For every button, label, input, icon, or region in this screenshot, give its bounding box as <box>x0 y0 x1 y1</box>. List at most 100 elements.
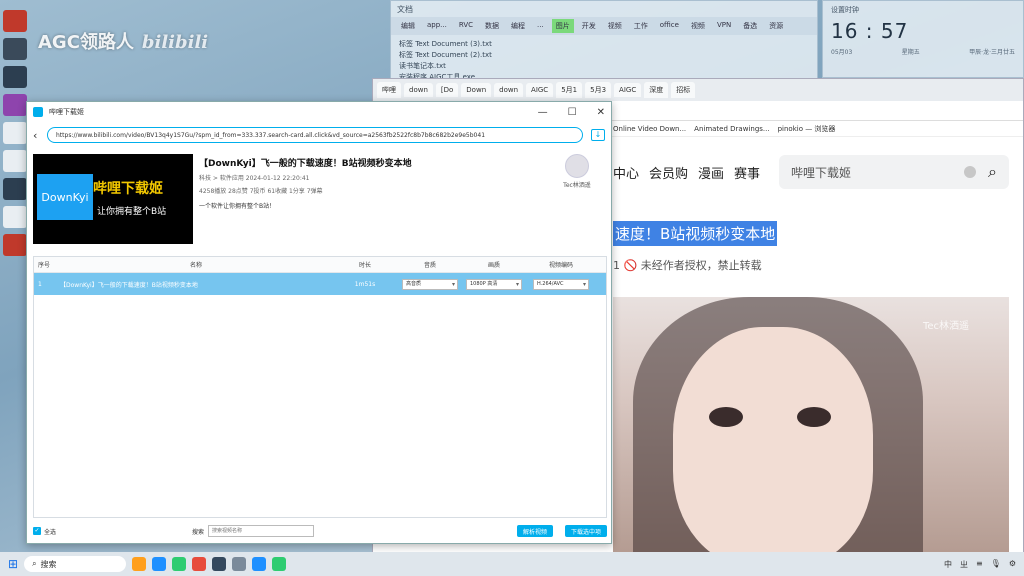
bookmark-item[interactable]: Online Video Down... <box>613 125 686 133</box>
tray-icon[interactable]: 🎙 <box>991 559 1001 570</box>
site-search-text[interactable]: 哔哩下载姬 <box>791 164 851 181</box>
video-title: 【DownKyi】飞一般的下载速度！B站视频秒变本地 <box>199 159 412 169</box>
uploader[interactable]: Tec林洒遥 <box>557 154 597 189</box>
url-input[interactable] <box>47 127 583 143</box>
taskbar-app-icon[interactable] <box>232 557 247 571</box>
notes-tab[interactable]: 视频 <box>604 19 626 33</box>
quality-select[interactable]: 1080P 高清 <box>466 278 522 290</box>
taskbar-app-icon[interactable] <box>172 557 187 571</box>
header-audio: 音质 <box>423 262 436 269</box>
row-duration: 1m51s <box>354 280 376 288</box>
site-search[interactable]: 哔哩下载姬 ⌕ <box>779 155 1009 189</box>
notes-tab[interactable]: office <box>656 19 683 33</box>
notes-file-item[interactable]: 读书笔记本.txt <box>399 61 809 72</box>
browser-tab[interactable]: 哔哩 <box>377 82 401 98</box>
notes-tab[interactable]: 视频 <box>687 19 709 33</box>
clear-icon[interactable] <box>964 166 977 178</box>
bookmark-item[interactable]: pinokio — 浏览器 <box>778 124 836 134</box>
download-button[interactable]: 下载选中项 <box>564 525 607 537</box>
avatar[interactable] <box>565 154 589 178</box>
site-nav-item[interactable]: 中心 <box>613 163 639 182</box>
video-frame-eye <box>709 407 743 427</box>
taskbar-search-label: 搜索 <box>40 559 57 569</box>
browser-tab[interactable]: down <box>404 83 433 97</box>
notes-title: 文档 <box>397 5 413 14</box>
browser-tab[interactable]: 招标 <box>671 82 696 98</box>
uploader-name: Tec林洒遥 <box>563 182 591 189</box>
back-icon[interactable]: ‹ <box>33 129 47 142</box>
minimize-icon[interactable]: — <box>538 107 548 118</box>
clock-time: 16 : 57 <box>831 19 909 43</box>
notes-tab[interactable]: 图片 <box>551 19 574 33</box>
notes-file-item[interactable]: 标签 Text Document (3).txt <box>399 39 809 50</box>
header-index: 序号 <box>38 262 51 269</box>
cover-name: 哔哩下载姬 <box>93 181 163 197</box>
parse-button[interactable]: 解析视频 <box>516 525 553 537</box>
browser-tab[interactable]: down <box>494 83 524 97</box>
video-player[interactable]: Tec林洒遥 <box>613 297 1009 559</box>
notes-tab[interactable]: 资源 <box>765 19 787 33</box>
search-icon[interactable]: ⌕ <box>988 162 997 182</box>
winrar-icon[interactable] <box>3 10 27 32</box>
downkyi-window: 哔哩下载姬 — ☐ ✕ ‹ ↓ DownKyi 哔哩下载姬 让你拥有整个B站 【… <box>26 101 612 544</box>
audio-select[interactable]: 高音质 <box>402 278 458 290</box>
taskbar-app-icon[interactable] <box>252 557 267 571</box>
codec-select[interactable]: H.264/AVC <box>533 278 589 290</box>
header-quality: 画质 <box>487 262 500 269</box>
browser-tab[interactable]: 5月3 <box>585 82 612 98</box>
notes-window: 文档 编辑 app... RVC 数据 编程... 图片 开发 视频 工作 office 视频 VPN… <box>390 0 818 81</box>
notes-tab[interactable]: 编程 <box>507 19 529 33</box>
app-icon[interactable] <box>3 178 27 200</box>
notes-file-item[interactable]: 标签 Text Document (2).txt <box>399 50 809 61</box>
app-icon[interactable] <box>3 66 27 88</box>
taskbar-app-icon[interactable] <box>272 557 287 571</box>
bookmark-item[interactable]: Animated Drawings... <box>694 125 769 133</box>
tray-icon[interactable]: ㄓ <box>960 559 968 570</box>
winrar-icon[interactable] <box>3 234 27 256</box>
notes-tabs: 编辑 app... RVC 数据 编程... 图片 开发 视频 工作 office 视频 VPN 备选资… <box>391 17 817 35</box>
windows-start-icon[interactable]: ⊞ <box>8 557 18 571</box>
notes-tab[interactable]: ... <box>533 19 548 33</box>
document-icon[interactable] <box>3 122 27 144</box>
tray-icon[interactable]: 中 <box>944 559 952 570</box>
select-all-checkbox[interactable]: ✓ <box>33 527 41 535</box>
search-icon: ⌕ <box>32 559 37 568</box>
taskbar-app-icon[interactable] <box>212 557 227 571</box>
notes-tab[interactable]: 数据 <box>481 19 503 33</box>
site-nav-item[interactable]: 赛事 <box>734 163 760 182</box>
browser-tab[interactable]: Down <box>461 83 492 97</box>
shortcut-icon[interactable] <box>3 38 27 60</box>
notes-tab[interactable]: VPN <box>713 19 735 33</box>
notes-tab[interactable]: RVC <box>455 19 477 33</box>
taskbar-search[interactable]: ⌕ 搜索 <box>24 556 127 572</box>
notes-tab[interactable]: 编辑 <box>397 19 419 33</box>
taskbar-app-icon[interactable] <box>132 557 147 571</box>
table-row[interactable]: 1 【DownKyi】飞一般的下载速度！B站视频秒变本地 1m51s 高音质 1… <box>34 273 606 295</box>
tray-icon[interactable]: ⚙ <box>1009 559 1016 570</box>
browser-tab[interactable]: 深度 <box>644 82 669 98</box>
row-index: 1 <box>38 280 42 288</box>
notes-tab[interactable]: 工作 <box>630 19 652 33</box>
photo-icon[interactable] <box>3 94 27 116</box>
browser-tab[interactable]: AIGC <box>526 83 554 97</box>
notes-tab[interactable]: 开发 <box>578 19 600 33</box>
video-stats: 4258播放 28点赞 7投币 61收藏 1分享 7弹幕 <box>199 188 323 195</box>
browser-tab[interactable]: AIGC <box>614 83 642 97</box>
header-duration: 时长 <box>358 262 371 269</box>
document-icon[interactable] <box>3 150 27 172</box>
site-nav-item[interactable]: 漫画 <box>698 163 724 182</box>
document-icon[interactable] <box>3 206 27 228</box>
tray-icon[interactable]: ≡ <box>976 559 983 570</box>
site-nav-item[interactable]: 会员购 <box>649 163 688 182</box>
browser-tab[interactable]: [Do <box>435 83 459 97</box>
notes-tab[interactable]: 备选 <box>739 19 761 33</box>
taskbar: ⊞ ⌕ 搜索 中ㄓ ≡ 🎙 ⚙ <box>0 552 1024 576</box>
maximize-icon[interactable]: ☐ <box>568 107 577 118</box>
download-manager-icon[interactable]: ↓ <box>591 129 605 141</box>
notes-tab[interactable]: app... <box>423 19 451 33</box>
taskbar-app-icon[interactable] <box>152 557 167 571</box>
close-icon[interactable]: ✕ <box>597 107 605 118</box>
taskbar-app-icon[interactable] <box>192 557 207 571</box>
search-input[interactable] <box>208 525 315 537</box>
browser-tab[interactable]: 5月1 <box>556 82 583 98</box>
